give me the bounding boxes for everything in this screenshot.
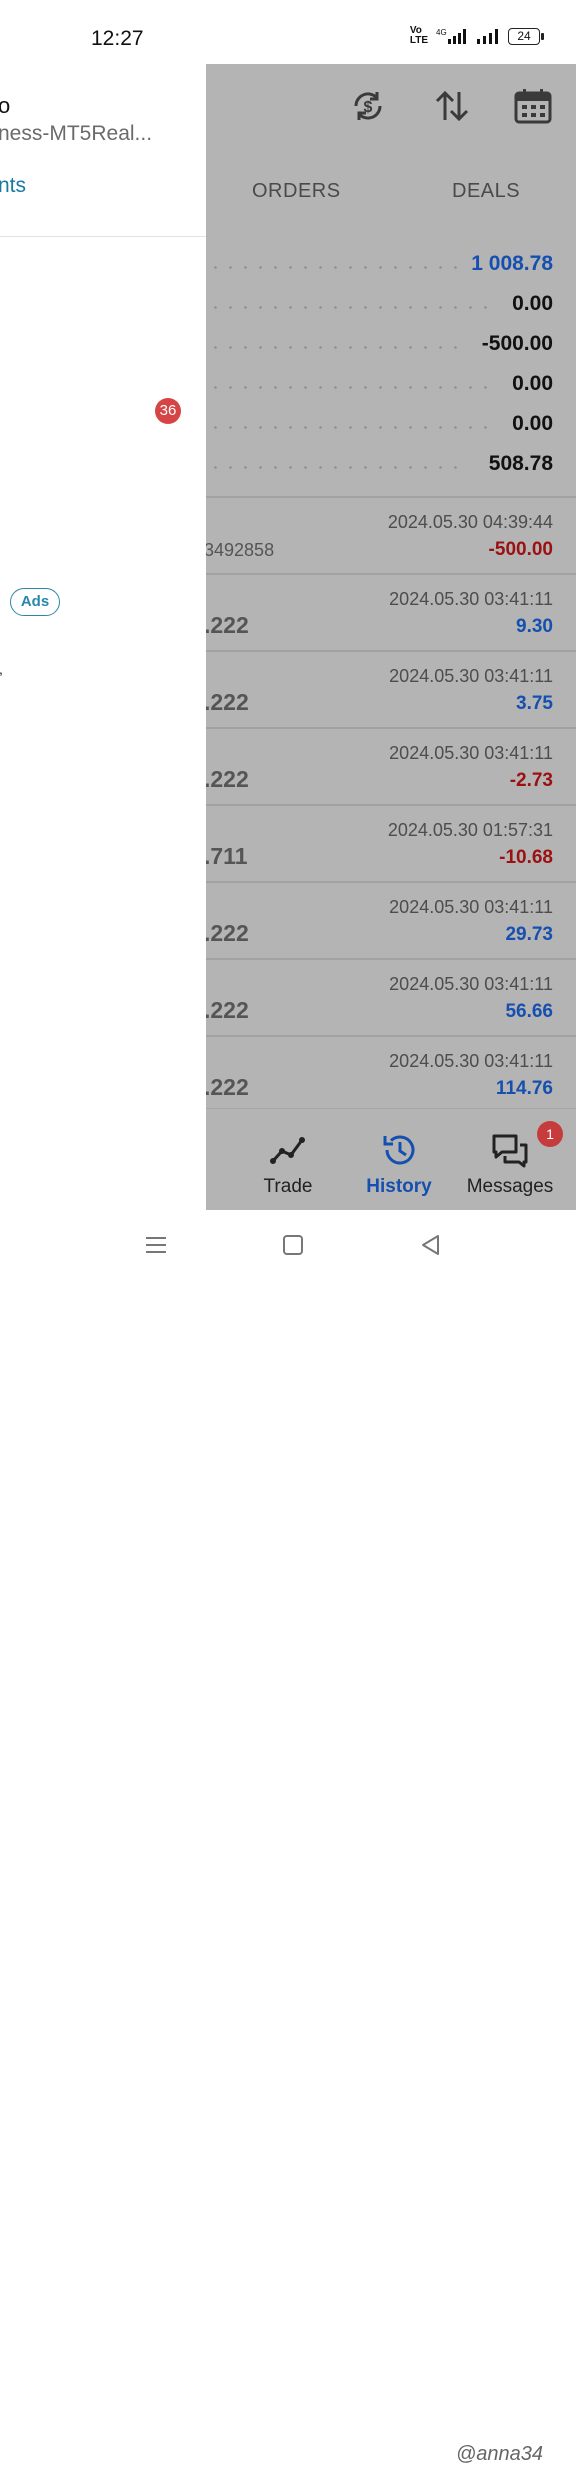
deal-amount: 9.30: [516, 616, 553, 637]
battery-icon: 24: [508, 27, 544, 45]
deal-time: 2024.05.30 03:41:11: [389, 974, 553, 994]
nav-messages-label: Messages: [466, 1176, 554, 1197]
signal-4g-icon: 4G: [436, 28, 466, 44]
deal-price: .222: [206, 997, 249, 1023]
deal-row[interactable]: 2024.05.30 03:41:11 .222 114.76: [206, 1037, 576, 1114]
leader-dots: [208, 426, 498, 429]
summary-value: 508.78: [482, 452, 553, 476]
deal-amount: -500.00: [488, 539, 553, 560]
summary-row-balance: 508.78: [206, 444, 576, 484]
calendar-icon[interactable]: [513, 86, 553, 126]
system-navigation-bar: @anna34: [0, 1210, 576, 2465]
trade-chart-icon: [270, 1137, 305, 1164]
deal-row[interactable]: 2024.05.30 04:39:44 3492858 -500.00: [206, 498, 576, 575]
deal-comment: 3492858: [206, 540, 275, 560]
deal-row[interactable]: 2024.05.30 01:57:31 .711 -10.68: [206, 806, 576, 883]
summary-row-withdrawal: 0.00: [206, 364, 576, 404]
deal-amount: 3.75: [516, 693, 553, 714]
summary-row-profit: 1 008.78: [206, 244, 576, 284]
navigation-drawer: o ness-MT5Real... nts 36 Ads ,: [0, 64, 206, 1210]
drawer-item-fragment: ,: [0, 661, 3, 677]
summary-value: 0.00: [506, 292, 553, 316]
status-bar: 12:27 Vo LTE 4G 24: [0, 0, 576, 64]
ads-badge[interactable]: Ads: [10, 588, 60, 616]
deal-price: .222: [206, 612, 249, 638]
svg-text:$: $: [364, 99, 373, 116]
history-panel: $ ORDERS DEALS 1 008.78 0.00 -500.00 0.0…: [206, 64, 576, 1210]
deal-amount: 56.66: [505, 1001, 553, 1022]
deal-time: 2024.05.30 01:57:31: [387, 820, 553, 840]
messages-icon: [492, 1134, 528, 1168]
svg-text:4G: 4G: [436, 28, 447, 37]
home-icon[interactable]: [280, 1232, 306, 1258]
tab-deals[interactable]: DEALS: [452, 180, 520, 203]
leader-dots: [208, 306, 498, 309]
nav-trade[interactable]: Trade: [233, 1109, 343, 1210]
deal-time: 2024.05.30 03:41:11: [389, 589, 553, 609]
status-time: 12:27: [91, 27, 144, 50]
messages-badge: 1: [537, 1121, 563, 1147]
summary-value: 1 008.78: [465, 252, 553, 276]
summary-row-commission: 0.00: [206, 404, 576, 444]
summary-value: -500.00: [475, 332, 553, 356]
currency-exchange-icon[interactable]: $: [348, 86, 388, 126]
bottom-navigation: Trade History 1 Messages: [206, 1108, 576, 1210]
nav-history-label: History: [366, 1176, 432, 1197]
leader-dots: [208, 386, 498, 389]
sort-icon[interactable]: [432, 86, 472, 126]
leader-dots: [208, 466, 468, 469]
deal-time: 2024.05.30 04:39:44: [387, 512, 553, 532]
volte-icon: Vo LTE: [409, 25, 428, 46]
deal-time: 2024.05.30 03:41:11: [389, 1051, 553, 1071]
deal-price: .222: [206, 766, 249, 792]
summary-value: 0.00: [506, 412, 553, 436]
drawer-divider: [0, 236, 206, 237]
leader-dots: [208, 346, 463, 349]
deal-time: 2024.05.30 03:41:11: [389, 666, 553, 686]
deal-time: 2024.05.30 03:41:11: [389, 897, 553, 917]
deal-amount: -10.68: [499, 847, 553, 868]
deal-row[interactable]: 2024.05.30 03:41:11 .222 29.73: [206, 883, 576, 960]
deal-price: .222: [206, 920, 249, 946]
deal-price: .711: [206, 843, 248, 869]
back-icon[interactable]: [418, 1232, 444, 1258]
summary-value: 0.00: [506, 372, 553, 396]
account-name[interactable]: o: [0, 93, 10, 119]
deal-row[interactable]: 2024.05.30 03:41:11 .222 -2.73: [206, 729, 576, 806]
history-clock-icon: [383, 1135, 415, 1165]
deal-price: .222: [206, 689, 249, 715]
watermark-text: @anna34: [456, 2443, 544, 2465]
account-server: ness-MT5Real...: [0, 122, 153, 145]
nav-messages[interactable]: 1 Messages: [455, 1109, 565, 1210]
tab-orders[interactable]: ORDERS: [252, 180, 341, 203]
deal-time: 2024.05.30 03:41:11: [389, 743, 553, 763]
signal-icon: [477, 29, 498, 44]
summary-row-deposit: -500.00: [206, 324, 576, 364]
deal-row[interactable]: 2024.05.30 03:41:11 .222 9.30: [206, 575, 576, 652]
nav-trade-label: Trade: [263, 1176, 313, 1197]
history-tabs: ORDERS DEALS: [206, 172, 576, 212]
deal-amount: -2.73: [509, 770, 553, 791]
notification-badge: 36: [155, 398, 181, 424]
status-icons: Vo LTE 4G 24: [409, 25, 544, 46]
summary-row-credit: 0.00: [206, 284, 576, 324]
leader-dots: [208, 266, 458, 269]
deal-price: .222: [206, 1074, 249, 1100]
menu-icon[interactable]: [143, 1232, 169, 1258]
deal-row[interactable]: 2024.05.30 03:41:11 .222 56.66: [206, 960, 576, 1037]
nav-history[interactable]: History: [344, 1109, 454, 1210]
deal-row[interactable]: 2024.05.30 03:41:11 .222 3.75: [206, 652, 576, 729]
deal-amount: 114.76: [495, 1078, 553, 1099]
manage-accounts-link[interactable]: nts: [0, 174, 26, 198]
deal-amount: 29.73: [505, 924, 553, 945]
